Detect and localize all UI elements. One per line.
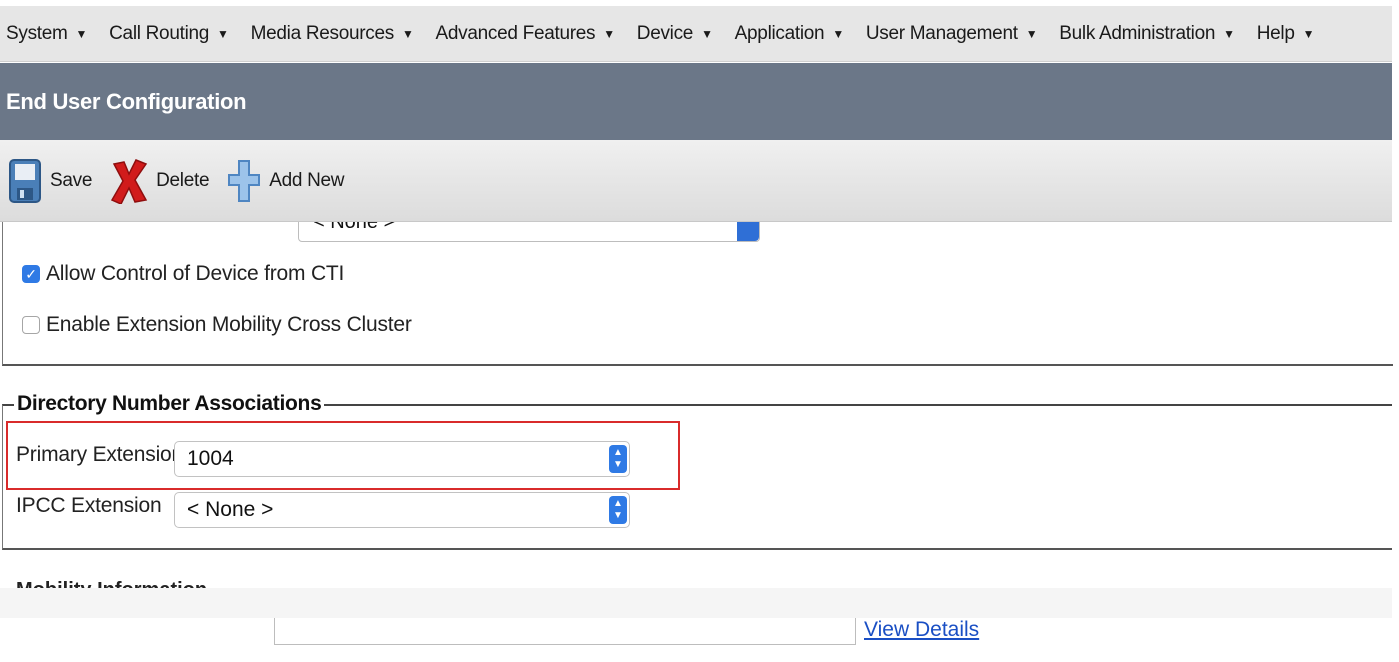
menu-system[interactable]: System ▼: [6, 23, 87, 45]
user-settings-section: [2, 222, 1393, 366]
caret-down-icon: ▼: [1302, 26, 1315, 41]
em-cross-cluster-row[interactable]: Enable Extension Mobility Cross Cluster: [22, 313, 412, 337]
caret-down-icon: ▼: [401, 26, 414, 41]
menu-label: Call Routing: [109, 22, 210, 44]
primary-extension-label: Primary Extension: [16, 443, 183, 466]
updown-arrows-icon: ▲ ▼: [609, 496, 627, 524]
page-title-bar: End User Configuration: [0, 63, 1392, 140]
menu-advanced-features[interactable]: Advanced Features ▼: [435, 22, 616, 45]
menu-label: Help: [1256, 22, 1295, 44]
toolbar: Save Delete Add New: [0, 140, 1392, 222]
menu-label: Bulk Administration: [1059, 22, 1216, 44]
allow-cti-checkbox[interactable]: ✓: [22, 265, 40, 283]
allow-cti-label: Allow Control of Device from CTI: [46, 262, 345, 285]
view-details-link[interactable]: View Details: [864, 618, 979, 642]
save-label: Save: [50, 169, 93, 191]
menu-label: Device: [636, 22, 694, 44]
caret-down-icon: ▼: [1025, 26, 1038, 41]
red-x-icon: [110, 158, 148, 204]
primary-extension-value: 1004: [187, 447, 234, 470]
menu-label: Advanced Features: [435, 22, 596, 44]
caret-down-icon: ▼: [603, 26, 615, 41]
allow-cti-row[interactable]: ✓ Allow Control of Device from CTI: [22, 262, 344, 286]
dn-associations-legend: Directory Number Associations: [14, 392, 325, 416]
caret-down-icon: ▼: [832, 26, 844, 41]
add-new-label: Add New: [269, 169, 345, 191]
menu-application[interactable]: Application ▼: [734, 22, 845, 45]
save-button[interactable]: Save: [8, 158, 92, 204]
menu-media-resources[interactable]: Media Resources ▼: [251, 23, 414, 45]
delete-label: Delete: [156, 169, 210, 191]
updown-arrows-icon: ▲ ▼: [609, 445, 627, 473]
em-cross-cluster-checkbox[interactable]: [22, 316, 40, 334]
menu-bulk-administration[interactable]: Bulk Administration ▼: [1059, 22, 1235, 45]
menu-label: Media Resources: [250, 22, 395, 44]
ipcc-extension-value: < None >: [187, 498, 274, 521]
menu-label: Application: [734, 22, 825, 44]
primary-extension-select[interactable]: 1004 ▲ ▼: [174, 441, 630, 477]
divider-band: [0, 588, 1392, 618]
caret-down-icon: ▼: [701, 26, 713, 41]
mobility-field[interactable]: [274, 618, 856, 645]
caret-down-icon: ▼: [1223, 26, 1235, 41]
caret-down-icon: ▼: [217, 26, 229, 41]
ipcc-extension-label: IPCC Extension: [16, 494, 162, 517]
page-title: End User Configuration: [6, 88, 247, 114]
em-cross-cluster-label: Enable Extension Mobility Cross Cluster: [46, 313, 412, 336]
caret-down-icon: ▼: [75, 26, 88, 41]
main-menu-bar: System ▼ Call Routing ▼ Media Resources ▼ A…: [0, 6, 1392, 62]
menu-call-routing[interactable]: Call Routing ▼: [109, 22, 229, 45]
menu-label: User Management: [865, 22, 1018, 44]
menu-label: System: [6, 22, 68, 44]
menu-device[interactable]: Device ▼: [637, 23, 713, 45]
menu-help[interactable]: Help ▼: [1256, 22, 1315, 45]
ipcc-extension-select[interactable]: < None > ▲ ▼: [174, 492, 630, 528]
plus-icon: [227, 159, 261, 203]
floppy-disk-icon: [8, 158, 42, 204]
menu-user-management[interactable]: User Management ▼: [865, 22, 1038, 45]
mobility-information-legend: Mobility Information: [16, 570, 207, 588]
delete-button[interactable]: Delete: [110, 158, 210, 204]
add-new-button[interactable]: Add New: [227, 159, 345, 203]
